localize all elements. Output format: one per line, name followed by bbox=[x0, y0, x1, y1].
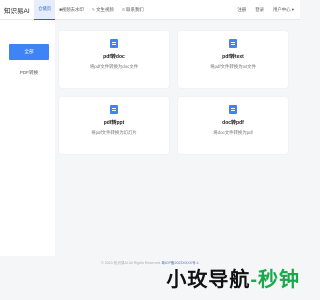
register-link[interactable]: 注册 bbox=[237, 7, 246, 13]
document-icon bbox=[110, 39, 118, 48]
copyright-text: © 2023 知识易AI All Rights Reserved bbox=[101, 261, 161, 265]
login-link[interactable]: 登录 bbox=[255, 7, 264, 13]
sidebar: 全部 PDF转换 bbox=[0, 20, 55, 256]
card-title: pdf转ppt bbox=[103, 120, 125, 126]
nav-item-contact[interactable]: ✆ 联系我们 bbox=[118, 0, 148, 20]
card-description: 将pdf文件转换为doc文件 bbox=[89, 64, 139, 69]
card-description: 将pdf文件转换为txt文件 bbox=[210, 64, 256, 69]
watermark-text: 小玫导航 bbox=[166, 269, 251, 291]
document-icon bbox=[229, 105, 237, 114]
card-title: pdf转text bbox=[222, 54, 244, 60]
category-pdf-convert[interactable]: PDF转换 bbox=[9, 70, 49, 76]
top-navbar: 知识易AI 仓储页 ■视频去水印 ✎ 文生视频 ✆ 联系我们 注册 登录 用户中… bbox=[0, 0, 300, 20]
nav-item-home[interactable]: 仓储页 bbox=[34, 0, 56, 20]
watermark-text-suffix: -秒钟 bbox=[250, 269, 300, 291]
pen-icon: ✎ bbox=[91, 7, 96, 12]
document-icon bbox=[229, 39, 237, 48]
tool-card-pdf-to-ppt[interactable]: pdf转ppt 将pdf文件转换为幻灯片 bbox=[59, 97, 169, 154]
nav-item-label: ■视频去水印 bbox=[59, 6, 84, 12]
card-title: pdf转doc bbox=[103, 54, 125, 60]
brand-logo[interactable]: 知识易AI bbox=[4, 5, 30, 15]
category-all-button[interactable]: 全部 bbox=[9, 44, 49, 60]
tool-card-pdf-to-doc[interactable]: pdf转doc 将pdf文件转换为doc文件 bbox=[59, 31, 169, 88]
card-description: 将doc文件转换为pdf bbox=[213, 130, 253, 135]
user-actions: 注册 登录 用户中心 ▾ bbox=[237, 7, 294, 13]
tool-card-doc-to-pdf[interactable]: doc转pdf 将doc文件转换为pdf bbox=[178, 97, 288, 154]
nav-item-label: 文生视频 bbox=[96, 6, 114, 12]
nav-item-label: 联系我们 bbox=[126, 6, 144, 12]
document-icon bbox=[110, 105, 118, 114]
card-title: doc转pdf bbox=[222, 120, 244, 126]
tool-card-pdf-to-text[interactable]: pdf转text 将pdf文件转换为txt文件 bbox=[178, 31, 288, 88]
nav-item-text-to-video[interactable]: ✎ 文生视频 bbox=[88, 0, 118, 20]
nav-item-video-watermark[interactable]: ■视频去水印 bbox=[55, 0, 88, 20]
phone-icon: ✆ bbox=[121, 7, 126, 12]
nav-item-label: 仓储页 bbox=[38, 6, 52, 11]
main-nav: 仓储页 ■视频去水印 ✎ 文生视频 ✆ 联系我们 bbox=[34, 0, 148, 20]
user-center-dropdown[interactable]: 用户中心 ▾ bbox=[273, 7, 294, 13]
site-watermark: 小玫导航-秒钟 bbox=[166, 263, 300, 291]
card-description: 将pdf文件转换为幻灯片 bbox=[91, 130, 137, 135]
